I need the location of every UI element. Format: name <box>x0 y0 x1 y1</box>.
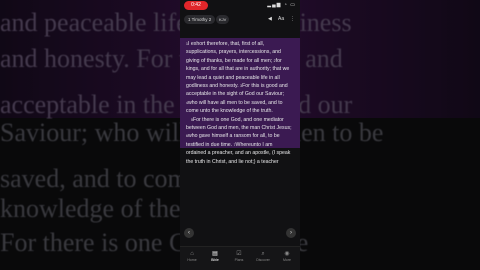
text-size-icon[interactable]: Aa <box>278 16 284 23</box>
verse-text[interactable]: I exhort therefore, that, first of all, … <box>186 41 281 64</box>
tab-label: More <box>283 258 291 262</box>
profile-icon: ◉ <box>284 251 290 257</box>
speaker-icon[interactable]: ◀︎ <box>268 16 272 23</box>
chapter-text: 1I exhort therefore, that, first of all,… <box>186 40 294 166</box>
home-icon: ⌂ <box>190 251 194 257</box>
discover-icon: ⌕ <box>261 251 265 257</box>
tab-plans[interactable]: ☑ Plans <box>228 250 250 263</box>
tab-bible[interactable]: ▤ Bible <box>204 250 226 263</box>
chapter-selector[interactable]: 1 Timothy 2 <box>184 15 216 24</box>
verse-block: 1I exhort therefore, that, first of all,… <box>186 40 294 116</box>
tab-label: Home <box>187 258 197 262</box>
previous-chapter-button[interactable]: ‹ <box>184 228 194 238</box>
bible-icon: ▤ <box>212 251 218 257</box>
more-icon[interactable]: ⋮ <box>290 16 295 23</box>
plans-icon: ☑ <box>236 251 242 257</box>
chevron-left-icon: ‹ <box>188 230 190 236</box>
reader-toolbar: 1 Timothy 2 KJV ◀︎ Aa ⋮ <box>180 14 300 26</box>
status-bar: 0:42 ▂▄▆ ◔ ▭ <box>180 0 300 12</box>
status-icons: ▂▄▆ ◔ ▭ <box>267 2 296 8</box>
recording-indicator: 0:42 <box>184 1 208 10</box>
tab-home[interactable]: ⌂ Home <box>181 250 203 263</box>
tab-more[interactable]: ◉ More <box>276 250 298 263</box>
verse-text[interactable]: For there is one God, and one mediator b… <box>186 117 292 131</box>
tab-label: Bible <box>211 258 219 262</box>
tab-discover[interactable]: ⌕ Discover <box>252 250 274 263</box>
tab-label: Discover <box>256 258 270 262</box>
chapter-content[interactable]: 1I exhort therefore, that, first of all,… <box>180 30 300 252</box>
version-selector[interactable]: KJV <box>216 15 230 24</box>
tab-label: Plans <box>234 258 244 262</box>
tab-bar: ⌂ Home ▤ Bible ☑ Plans ⌕ Discover ◉ More <box>180 246 300 270</box>
chevron-right-icon: › <box>290 230 292 236</box>
next-chapter-button[interactable]: › <box>286 228 296 238</box>
verse-block: 5For there is one God, and one mediator … <box>186 116 294 166</box>
verse-text[interactable]: who will have all men to be saved, and t… <box>186 100 283 114</box>
phone-screen: 0:42 ▂▄▆ ◔ ▭ 1 Timothy 2 KJV ◀︎ Aa ⋮ 1I … <box>180 0 300 270</box>
